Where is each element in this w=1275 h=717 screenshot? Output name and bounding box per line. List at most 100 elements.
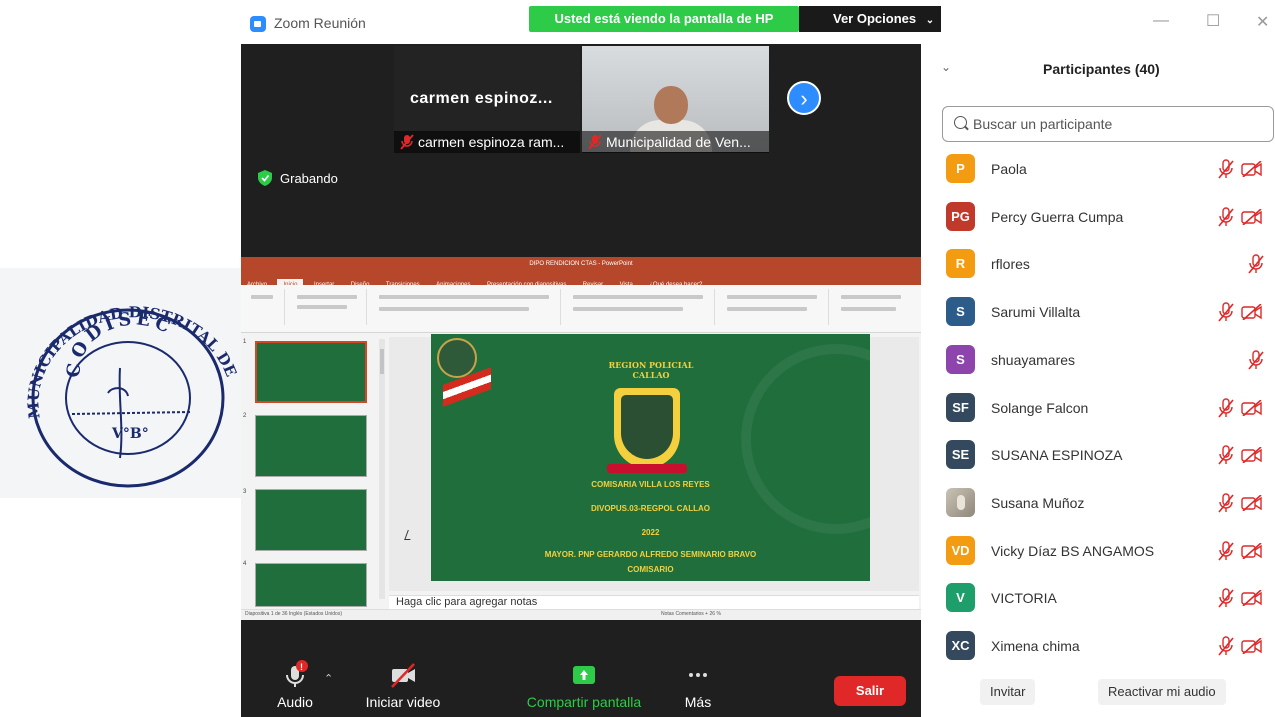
slide-thumbnail[interactable]: [255, 341, 367, 403]
mic-muted-icon[interactable]: [1217, 206, 1235, 227]
minimize-button[interactable]: —: [1153, 12, 1169, 30]
avatar: S: [946, 344, 975, 374]
participant-row[interactable]: SE SUSANA ESPINOZA: [941, 431, 1275, 479]
video-off-icon[interactable]: [1241, 589, 1263, 607]
powerpoint-ribbon: [241, 285, 921, 333]
mic-muted-icon[interactable]: [1217, 397, 1235, 418]
more-button[interactable]: Más: [676, 660, 720, 710]
participant-name: shuayamares: [991, 351, 1076, 368]
svg-text:MUNICIPALIDAD DISTRITAL DE VEN: MUNICIPALIDAD DISTRITAL DE VENTANILLA: [0, 268, 242, 419]
participant-name: Paola: [991, 161, 1027, 177]
participant-name: VICTORIA: [991, 590, 1057, 607]
zoom-logo-icon: [250, 16, 266, 32]
mic-icon: !: [286, 660, 308, 687]
participant-row[interactable]: P Paola: [941, 145, 1275, 193]
screen-share-banner: Usted está viendo la pantalla de HP: [529, 6, 799, 32]
audio-button[interactable]: ! Audio: [270, 660, 320, 710]
view-options-button[interactable]: Ver Opciones ⌄: [799, 6, 941, 32]
window-title: Zoom Reunión: [274, 15, 366, 31]
video-tile-label: carmen espinoza ram...: [394, 131, 580, 153]
participant-name: SUSANA ESPINOZA: [991, 447, 1123, 464]
slide-thumbnail[interactable]: [255, 563, 367, 607]
stamp-outer-text: MUNICIPALIDAD DISTRITAL DE VENTANILLA: [0, 268, 242, 419]
status-slide-info: Diapositiva 1 de 36 Inglés (Estados Unid…: [245, 611, 342, 617]
mic-muted-icon[interactable]: [1247, 254, 1265, 274]
slide-thumbnail[interactable]: [255, 489, 367, 551]
next-page-button[interactable]: ›: [787, 81, 821, 115]
close-button[interactable]: ✕: [1256, 12, 1269, 32]
mic-muted-icon[interactable]: [1217, 540, 1235, 561]
participant-row[interactable]: Sshuayamares: [941, 336, 1275, 384]
mic-muted-icon[interactable]: [1217, 588, 1235, 608]
participant-row[interactable]: SF Solange Falcon: [941, 384, 1275, 432]
notes-placeholder: Haga clic para agregar notas: [396, 596, 538, 608]
participant-row[interactable]: V VICTORIA: [941, 574, 1275, 622]
video-off-icon[interactable]: [1241, 541, 1263, 560]
mic-off-icon: [588, 134, 602, 150]
mic-muted-icon[interactable]: [1217, 159, 1235, 179]
search-participant-input[interactable]: [973, 112, 1263, 136]
slide-number: 3: [243, 489, 247, 495]
participant-name: Susana Muñoz: [991, 494, 1085, 511]
unmute-me-button[interactable]: Reactivar mi audio: [1098, 679, 1226, 705]
status-view-controls: Notas Comentarios + 26 %: [661, 611, 721, 617]
slide-text-line: COMISARIO: [627, 565, 674, 574]
participant-row[interactable]: S Sarumi Villalta: [941, 288, 1275, 336]
more-label: Más: [684, 694, 712, 710]
slide-thumbnail[interactable]: [255, 415, 367, 477]
recording-label: Grabando: [280, 171, 338, 186]
video-off-icon[interactable]: [1241, 398, 1263, 417]
start-video-label: Iniciar video: [365, 694, 441, 710]
participant-name: Vicky Díaz BS ANGAMOS: [991, 542, 1155, 559]
view-options-label: Ver Opciones: [833, 11, 917, 26]
collapse-panel-button[interactable]: ⌄: [941, 60, 951, 74]
participant-row[interactable]: Rrflores: [941, 240, 1275, 288]
start-video-button[interactable]: Iniciar video: [360, 660, 446, 710]
participant-name: Sarumi Villalta: [991, 304, 1081, 321]
slide-number: 1: [243, 339, 247, 345]
powerpoint-title: DIPO RENDICION CTAS - PowerPoint: [241, 257, 921, 273]
maximize-button[interactable]: ☐: [1206, 11, 1220, 31]
participant-row[interactable]: XC Ximena chima: [941, 622, 1275, 670]
video-off-icon[interactable]: [1241, 160, 1263, 178]
screen: MUNICIPALIDAD DISTRITAL DE VENTANILLA CO…: [0, 0, 1275, 717]
thumbnail-scrollbar[interactable]: [379, 339, 385, 599]
slide-text-line: COMISARIA VILLA LOS REYES: [591, 480, 710, 489]
avatar: S: [946, 297, 975, 327]
participant-name: Percy Guerra Cumpa: [991, 208, 1124, 225]
video-off-icon[interactable]: [1241, 303, 1263, 321]
codisec-stamp-image: MUNICIPALIDAD DISTRITAL DE VENTANILLA CO…: [0, 268, 245, 498]
slide-region-title: REGION POLICIAL CALLAO: [608, 360, 694, 380]
avatar: P: [946, 154, 975, 183]
share-screen-button[interactable]: Compartir pantalla: [522, 660, 646, 710]
participant-row[interactable]: VD Vicky Díaz BS ANGAMOS: [941, 527, 1275, 575]
slide-number: 2: [243, 413, 247, 419]
mic-muted-icon[interactable]: [1217, 636, 1235, 656]
video-off-icon[interactable]: [1241, 494, 1263, 512]
avatar: VD: [946, 535, 975, 565]
video-tile-label: Municipalidad de Ven...: [582, 131, 769, 153]
leave-meeting-button[interactable]: Salir: [834, 676, 906, 706]
avatar: R: [946, 249, 975, 279]
video-off-icon[interactable]: [1241, 446, 1263, 464]
video-off-icon: [391, 663, 415, 688]
slide-text-line: DIVOPUS.03-REGPOL CALLAO: [591, 504, 710, 513]
mic-muted-icon[interactable]: [1217, 493, 1235, 513]
participant-row[interactable]: Susana Muñoz: [941, 479, 1275, 527]
avatar: PG: [946, 201, 975, 231]
video-off-icon[interactable]: [1241, 637, 1263, 655]
police-logo-icon: [437, 338, 477, 378]
mic-muted-icon[interactable]: [1217, 302, 1235, 322]
recording-shield-icon: [258, 170, 272, 186]
powerpoint-menu-bar: Archivo Inicio Insertar Diseño Transicio…: [241, 273, 921, 291]
participant-row[interactable]: PG Percy Guerra Cumpa: [941, 193, 1275, 241]
participant-name: Ximena chima: [991, 638, 1080, 654]
video-tile-name: carmen espinoza ram...: [418, 134, 565, 150]
mic-muted-icon[interactable]: [1247, 350, 1265, 370]
video-off-icon[interactable]: [1241, 208, 1263, 226]
invite-button[interactable]: Invitar: [980, 679, 1036, 705]
share-screen-icon: [573, 666, 595, 684]
mic-muted-icon[interactable]: [1217, 445, 1235, 465]
search-icon: [954, 116, 967, 129]
audio-options-button[interactable]: ⌃: [324, 672, 333, 685]
